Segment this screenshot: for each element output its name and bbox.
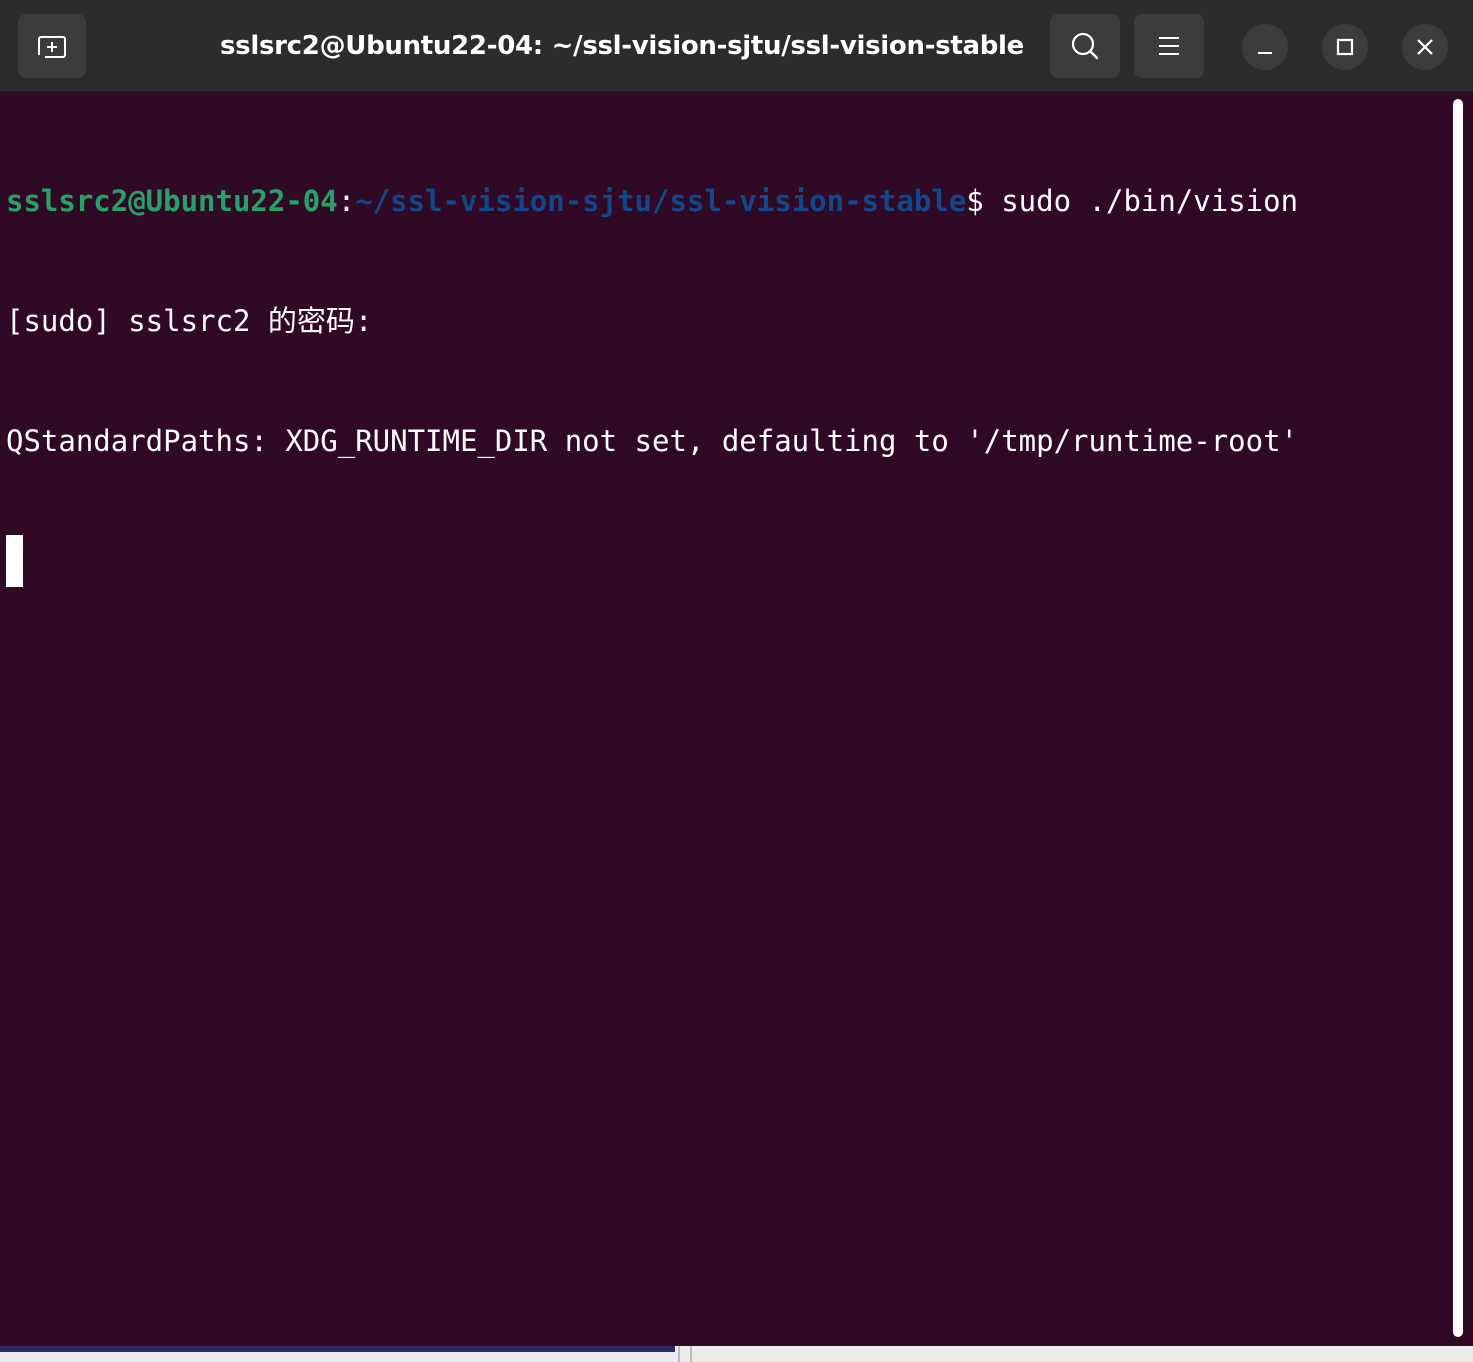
prompt-symbol: $ <box>966 184 984 218</box>
bottom-separator <box>690 1346 692 1362</box>
close-button[interactable] <box>1402 24 1448 70</box>
window-title-text: sslsrc2@Ubuntu22-04: ~/ssl-vision-sjtu/s… <box>220 31 1024 61</box>
prompt-command: sudo ./bin/vision <box>983 184 1299 218</box>
bottom-edge <box>0 1346 1473 1362</box>
minimize-icon <box>1258 52 1272 54</box>
new-tab-button[interactable] <box>18 14 86 78</box>
close-icon <box>1417 39 1433 55</box>
window-title: sslsrc2@Ubuntu22-04: ~/ssl-vision-sjtu/s… <box>100 0 1144 92</box>
header-bar: sslsrc2@Ubuntu22-04: ~/ssl-vision-sjtu/s… <box>0 0 1473 92</box>
minimize-button[interactable] <box>1242 24 1288 70</box>
text-cursor <box>6 535 23 587</box>
prompt-user-host: sslsrc2@Ubuntu22-04 <box>6 184 338 218</box>
hamburger-menu-icon <box>1159 37 1179 55</box>
maximize-button[interactable] <box>1322 24 1368 70</box>
new-tab-icon <box>37 36 66 59</box>
terminal-line-qstandardpaths: QStandardPaths: XDG_RUNTIME_DIR not set,… <box>6 424 1299 458</box>
terminal-window: sslsrc2@Ubuntu22-04: ~/ssl-vision-sjtu/s… <box>0 0 1473 1362</box>
prompt-colon: : <box>337 184 356 218</box>
bottom-accent-bar <box>0 1346 675 1352</box>
bottom-separator <box>678 1346 680 1362</box>
scrollbar-thumb[interactable] <box>1453 99 1463 1337</box>
search-icon <box>1071 32 1099 60</box>
scrollbar[interactable] <box>1450 93 1473 1346</box>
terminal-line-cursor <box>6 535 1450 587</box>
maximize-icon <box>1336 38 1354 56</box>
terminal-output[interactable]: sslsrc2@Ubuntu22-04:~/ssl-vision-sjtu/ss… <box>0 93 1450 1346</box>
menu-button[interactable] <box>1134 14 1204 78</box>
terminal-line-sudo: [sudo] sslsrc2 的密码: <box>6 304 373 338</box>
terminal-line-prompt: sslsrc2@Ubuntu22-04:~/ssl-vision-sjtu/ss… <box>6 175 1450 227</box>
prompt-path: ~/ssl-vision-sjtu/ssl-vision-stable <box>355 184 967 218</box>
search-button[interactable] <box>1050 14 1120 78</box>
